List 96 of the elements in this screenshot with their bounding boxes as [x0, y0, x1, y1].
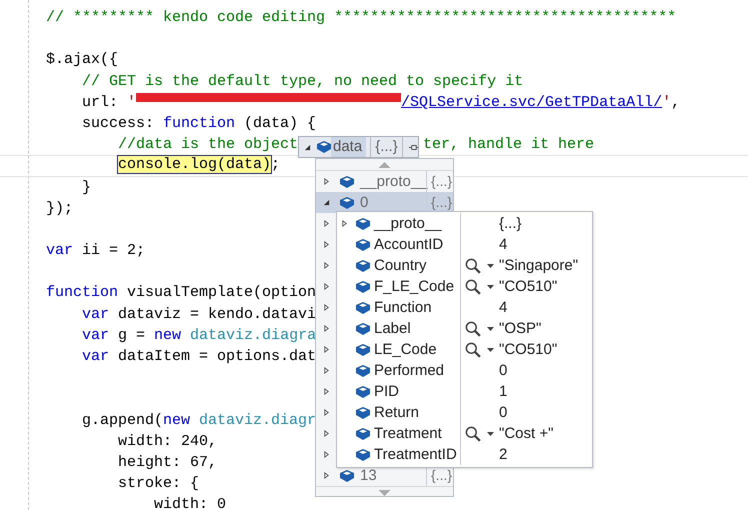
search-icon[interactable]: [465, 278, 481, 294]
collapsed-triangle-icon[interactable]: [323, 472, 330, 479]
code-line: $.ajax({: [46, 51, 118, 68]
code-line: });: [46, 200, 74, 217]
collapsed-triangle-icon[interactable]: [323, 220, 330, 227]
member-name: Performed: [374, 362, 444, 379]
cube-icon: [340, 196, 354, 208]
cube-icon: [356, 448, 370, 460]
collapsed-triangle-icon[interactable]: [323, 325, 330, 332]
code-line: var dataviz = kendo.datavi: [82, 306, 316, 323]
cube-icon: [340, 176, 354, 188]
code-line: var dataItem = options.dat: [82, 348, 316, 365]
member-name: Country: [374, 257, 427, 274]
member-value: 2: [499, 446, 508, 463]
row-name: 0: [360, 194, 370, 211]
variable-value: {...}: [370, 137, 403, 157]
collapsed-triangle-icon[interactable]: [323, 388, 330, 395]
collapsed-triangle-icon[interactable]: [323, 409, 330, 416]
code-line: //data is the object: [118, 136, 298, 154]
member-value: "OSP": [499, 320, 542, 337]
code-line: width: 0: [154, 496, 226, 510]
collapsed-triangle-icon[interactable]: [323, 178, 330, 185]
code-line: var ii = 2;: [46, 242, 146, 260]
search-icon[interactable]: [465, 258, 481, 274]
member-name: Label: [374, 320, 411, 337]
member-value: "Cost +": [499, 425, 554, 442]
code-line: var g = new dataviz.diagra: [82, 326, 316, 344]
cube-icon: [356, 344, 370, 356]
cube-icon: [356, 302, 370, 314]
code-line: url: ' /SQLService.svc/GetTPDataAll/',: [82, 94, 680, 111]
code-line: function visualTemplate(option: [46, 284, 316, 302]
search-icon[interactable]: [465, 320, 481, 336]
member-value: "CO510": [499, 341, 558, 358]
collapsed-triangle-icon[interactable]: [323, 367, 330, 374]
collapsed-triangle-icon[interactable]: [323, 241, 330, 248]
cube-icon: [356, 260, 370, 272]
member-value: 4: [499, 236, 508, 253]
member-name: Return: [374, 404, 420, 421]
caret-icon[interactable]: [487, 264, 494, 268]
code-line: g.append(new dataviz.diagr: [82, 412, 316, 429]
member-value: 4: [499, 299, 508, 316]
caret-icon[interactable]: [487, 432, 494, 436]
list-row[interactable]: 0 {...}: [316, 192, 453, 213]
member-value: 0: [499, 404, 508, 421]
collapsed-triangle-icon[interactable]: [323, 262, 330, 269]
cube-icon: [356, 406, 370, 418]
cube-icon: [356, 280, 370, 292]
code-line: stroke: {: [118, 475, 200, 492]
code-line: success: function (data) {: [82, 114, 316, 132]
member-name: Treatment: [374, 425, 442, 442]
member-name: F_LE_Code: [374, 278, 454, 295]
highlighted-code: console.log(data): [118, 156, 272, 174]
row-name: 13: [360, 467, 378, 484]
member-value: 0: [499, 362, 508, 379]
expanded-triangle-icon[interactable]: [323, 199, 330, 206]
collapsed-triangle-icon[interactable]: [323, 451, 330, 458]
member-name: Function: [374, 299, 432, 316]
cube-icon: [340, 470, 354, 482]
code-line: ter, handle it here: [423, 136, 594, 154]
cube-icon: [356, 218, 370, 230]
member-name: PID: [374, 383, 400, 400]
cube-icon: [356, 322, 370, 334]
collapsed-triangle-icon[interactable]: [323, 346, 330, 353]
row-name: __proto__: [360, 173, 426, 190]
code-line: // ********* kendo code editing **************************************: [46, 9, 676, 26]
code-line: // GET is the default type, no need to specify it: [82, 72, 524, 90]
caret-icon[interactable]: [487, 348, 494, 352]
code-line: }: [82, 178, 92, 196]
collapsed-triangle-icon[interactable]: [323, 304, 330, 311]
code-line: width: 240,: [118, 432, 218, 450]
collapsed-triangle-icon[interactable]: [323, 283, 330, 290]
member-name: LE_Code: [374, 341, 437, 358]
variable-name: data: [331, 137, 366, 157]
member-value: 1: [499, 383, 508, 400]
member-name: TreatmentID: [374, 446, 457, 463]
member-name: AccountID: [374, 236, 444, 253]
member-value: {...}: [499, 215, 522, 232]
caret-icon[interactable]: [487, 326, 494, 330]
cube-icon: [356, 364, 370, 376]
collapsed-triangle-icon[interactable]: [323, 430, 330, 437]
code-line: console.log(data);: [118, 156, 280, 174]
member-name: __proto__: [374, 215, 442, 232]
url-link[interactable]: /SQLService.svc/GetTPDataAll/: [136, 94, 662, 111]
caret-icon[interactable]: [487, 284, 494, 288]
cube-icon: [317, 141, 331, 153]
code-line: height: 67,: [118, 454, 218, 471]
expanded-triangle-icon[interactable]: [304, 144, 311, 150]
cube-icon: [356, 386, 370, 398]
member-value: "Singapore": [499, 257, 578, 274]
search-icon[interactable]: [465, 426, 481, 442]
member-value: "CO510": [499, 278, 558, 295]
pin-icon[interactable]: [408, 142, 418, 152]
cube-icon: [356, 238, 370, 250]
cube-icon: [356, 428, 370, 440]
search-icon[interactable]: [465, 342, 481, 358]
collapsed-triangle-icon[interactable]: [341, 220, 348, 227]
